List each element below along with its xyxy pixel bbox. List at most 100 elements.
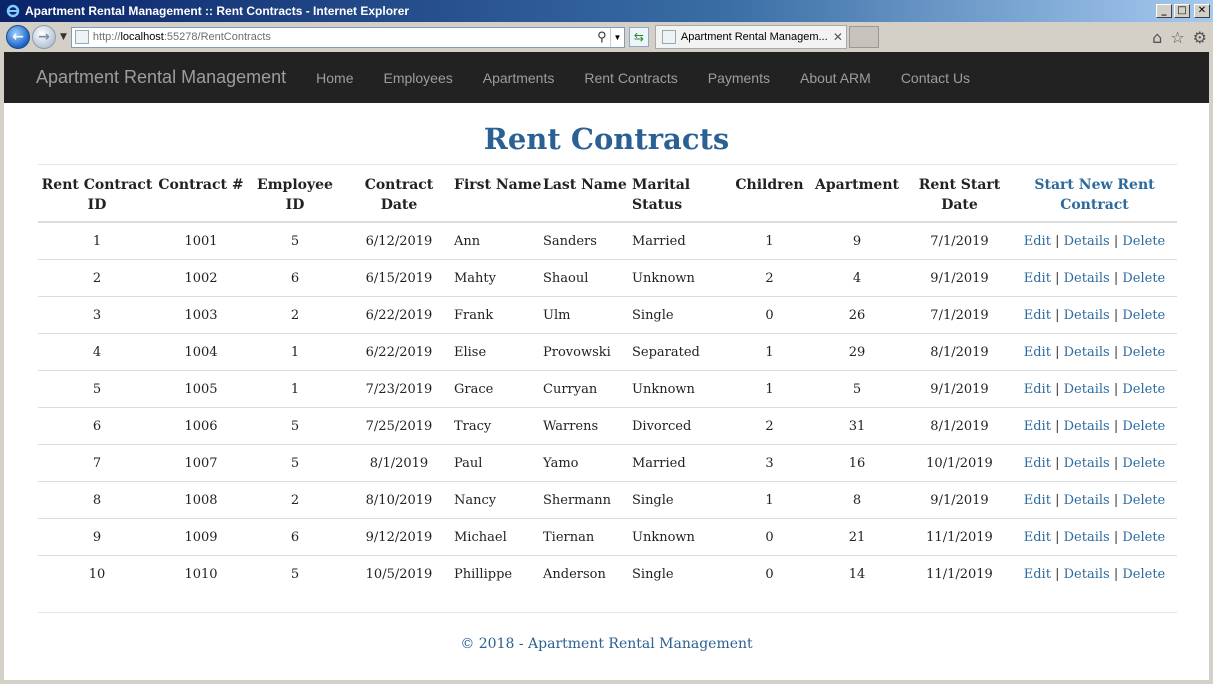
delete-link[interactable]: Delete <box>1122 456 1165 471</box>
search-icon[interactable]: ⚲ <box>594 29 610 45</box>
edit-link[interactable]: Edit <box>1024 493 1051 508</box>
cell-marital-status: Unknown <box>632 369 732 407</box>
url-text[interactable]: http://localhost:55278/RentContracts <box>93 31 594 43</box>
edit-link[interactable]: Edit <box>1024 234 1051 249</box>
action-separator: | <box>1055 234 1060 250</box>
row-actions: Edit | Details | Delete <box>1012 332 1177 370</box>
window-title: Apartment Rental Management :: Rent Cont… <box>25 4 410 18</box>
minimize-button[interactable]: _ <box>1156 4 1172 18</box>
action-separator: | <box>1055 493 1060 508</box>
edit-link[interactable]: Edit <box>1024 271 1051 286</box>
row-actions: Edit | Details | Delete <box>1012 258 1177 296</box>
refresh-icon[interactable]: ⇆ <box>628 27 649 47</box>
cell-contract-date: 7/23/2019 <box>344 369 454 407</box>
cell-children: 0 <box>732 295 807 333</box>
delete-link[interactable]: Delete <box>1122 419 1165 434</box>
edit-link[interactable]: Edit <box>1024 456 1051 471</box>
cell-employee-id: 5 <box>246 554 344 592</box>
row-actions: Edit | Details | Delete <box>1012 443 1177 481</box>
col-contract-id: Rent Contract ID <box>38 165 156 223</box>
details-link[interactable]: Details <box>1064 308 1110 323</box>
details-link[interactable]: Details <box>1064 530 1110 545</box>
forward-arrow-icon[interactable]: → <box>32 25 56 49</box>
tab-close-icon[interactable]: ✕ <box>830 30 846 44</box>
nav-payments[interactable]: Payments <box>693 70 785 86</box>
brand-link[interactable]: Apartment Rental Management <box>36 67 286 88</box>
action-separator: | <box>1113 382 1119 397</box>
col-contract-date: Contract Date <box>344 165 454 223</box>
action-separator: | <box>1113 345 1119 360</box>
address-dropdown-icon[interactable]: ▼ <box>609 27 624 47</box>
site-navbar: Apartment Rental Management Home Employe… <box>4 52 1209 103</box>
cell-contract-number: 1001 <box>184 234 218 250</box>
delete-link[interactable]: Delete <box>1122 567 1165 582</box>
nav-home[interactable]: Home <box>301 70 368 86</box>
table-row: 7 1007 5 8/1/2019 Paul Yamo Married 3 16 10/1/201… <box>38 443 1177 481</box>
edit-link[interactable]: Edit <box>1024 308 1051 323</box>
cell-children: 1 <box>732 369 807 407</box>
delete-link[interactable]: Delete <box>1122 345 1165 360</box>
nav-apartments[interactable]: Apartments <box>468 70 570 86</box>
close-window-button[interactable]: ✕ <box>1194 4 1210 18</box>
details-link[interactable]: Details <box>1064 271 1110 286</box>
details-link[interactable]: Details <box>1064 382 1110 397</box>
cell-marital-status: Separated <box>632 332 732 370</box>
maximize-button[interactable]: □ <box>1174 4 1190 18</box>
col-last-name: Last Name <box>543 165 632 223</box>
start-new-contract-link[interactable]: Start New Rent Contract <box>1034 177 1154 213</box>
details-link[interactable]: Details <box>1064 493 1110 508</box>
table-row: 6 1006 5 7/25/2019 Tracy Warrens Divorced 2 31 8/… <box>38 406 1177 444</box>
settings-gear-icon[interactable]: ⚙ <box>1193 28 1207 47</box>
cell-contract-date: 9/12/2019 <box>344 517 454 555</box>
edit-link[interactable]: Edit <box>1024 419 1051 434</box>
col-marital-status: Marital Status <box>632 165 732 223</box>
row-actions: Edit | Details | Delete <box>1012 406 1177 444</box>
action-separator: | <box>1055 456 1060 471</box>
back-arrow-icon[interactable]: ← <box>6 25 30 49</box>
address-bar[interactable]: http://localhost:55278/RentContracts ⚲ ▼ <box>70 26 625 48</box>
delete-link[interactable]: Delete <box>1122 382 1165 397</box>
delete-link[interactable]: Delete <box>1122 271 1165 286</box>
details-link[interactable]: Details <box>1064 456 1110 471</box>
cell-rent-start-date: 8/1/2019 <box>907 332 1012 370</box>
edit-link[interactable]: Edit <box>1024 345 1051 360</box>
cell-contract-date: 8/1/2019 <box>344 443 454 481</box>
delete-link[interactable]: Delete <box>1122 493 1165 508</box>
delete-link[interactable]: Delete <box>1122 530 1165 545</box>
cell-contract-number: 1005 <box>156 369 246 407</box>
col-rent-start-date: Rent Start Date <box>907 165 1012 223</box>
history-dropdown-icon[interactable]: ▼ <box>60 32 67 42</box>
delete-link[interactable]: Delete <box>1122 234 1165 249</box>
browser-tab[interactable]: Apartment Rental Managem... ✕ <box>654 25 847 49</box>
details-link[interactable]: Details <box>1064 567 1110 582</box>
delete-link[interactable]: Delete <box>1122 308 1165 323</box>
edit-link[interactable]: Edit <box>1024 567 1051 582</box>
cell-employee-id: 1 <box>246 332 344 370</box>
cell-employee-id: 2 <box>246 295 344 333</box>
nav-employees[interactable]: Employees <box>369 70 468 86</box>
cell-last-name: Shermann <box>543 480 632 518</box>
cell-last-name: Sanders <box>543 234 597 250</box>
nav-contact[interactable]: Contact Us <box>886 70 985 86</box>
nav-about[interactable]: About ARM <box>785 70 886 86</box>
details-link[interactable]: Details <box>1064 345 1110 360</box>
col-employee-id: Employee ID <box>246 165 344 223</box>
cell-marital-status: Single <box>632 480 732 518</box>
home-icon[interactable]: ⌂ <box>1152 28 1162 47</box>
details-link[interactable]: Details <box>1064 419 1110 434</box>
cell-rent-start-date: 11/1/2019 <box>907 554 1012 592</box>
cell-apartment: 21 <box>807 517 907 555</box>
cell-apartment: 29 <box>807 332 907 370</box>
new-tab-button[interactable] <box>848 26 879 48</box>
favorites-star-icon[interactable]: ☆ <box>1170 28 1184 47</box>
cell-employee-id: 2 <box>246 480 344 518</box>
details-link[interactable]: Details <box>1064 234 1110 249</box>
table-row: 10 1010 5 10/5/2019 Phillippe Anderson Single 0… <box>38 554 1177 592</box>
cell-rent-start-date: 9/1/2019 <box>907 258 1012 296</box>
nav-rent-contracts[interactable]: Rent Contracts <box>569 70 692 86</box>
cell-contract-id: 9 <box>38 517 156 555</box>
cell-last-name: Warrens <box>543 406 632 444</box>
edit-link[interactable]: Edit <box>1024 382 1051 397</box>
edit-link[interactable]: Edit <box>1024 530 1051 545</box>
table-row: 8 1008 2 8/10/2019 Nancy Shermann Single 1 8 9/1/… <box>38 480 1177 518</box>
